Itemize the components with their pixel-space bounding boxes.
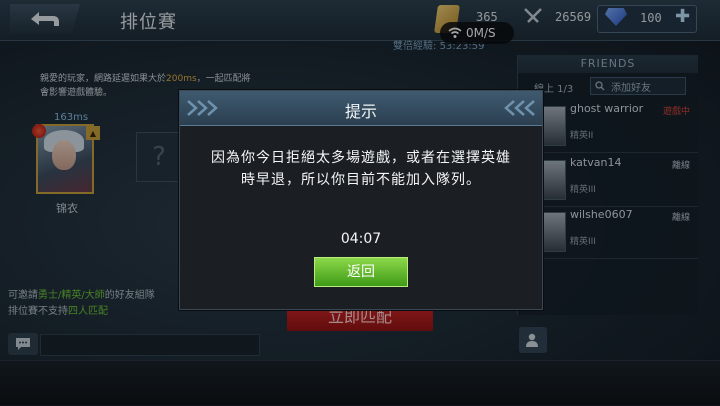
dialog-message: 因為你今日拒絕太多場遊戲，或者在選擇英雄時早退，所以你目前不能加入隊列。 xyxy=(211,150,511,188)
dialog-header: 提示 xyxy=(180,91,542,126)
chevron-left-decor-icon xyxy=(504,100,535,116)
penalty-timer: 04:07 xyxy=(340,231,382,247)
dialog-title: 提示 xyxy=(344,102,377,121)
notice-dialog: 提示 因為你今日拒絕太多場遊戲，或者在選擇英雄時早退，所以你目前不能加入隊列。 … xyxy=(179,90,543,310)
return-button[interactable]: 返回 xyxy=(314,257,408,287)
